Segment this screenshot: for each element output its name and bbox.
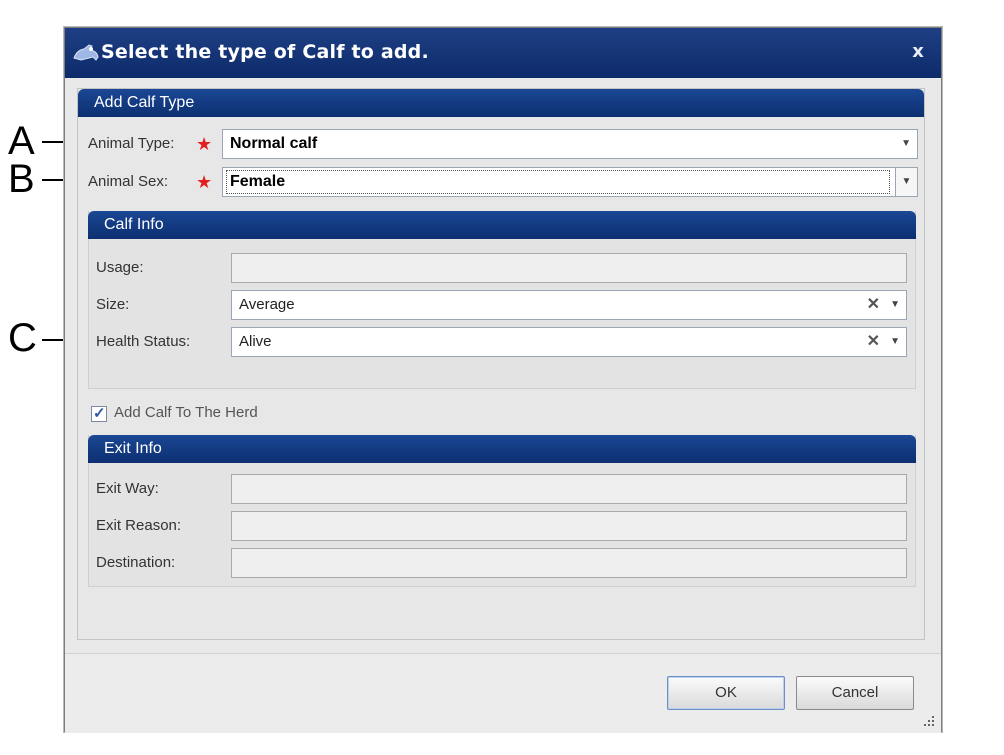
checkmark-icon: ✓ [93,405,106,422]
usage-field [231,253,907,283]
animal-sex-select[interactable]: Female ▼ [222,167,918,197]
callout-b: B [8,157,35,201]
chevron-down-icon[interactable]: ▼ [890,328,900,356]
exit-reason-field [231,511,907,541]
dialog-title: Select the type of Calf to add. [101,41,429,63]
animal-type-value: Normal calf [230,135,318,152]
ok-button[interactable]: OK [667,676,785,710]
add-to-herd-checkbox[interactable]: ✓ [91,405,107,422]
callout-a: A [8,119,35,163]
section-header-add-calf-type: Add Calf Type [78,89,924,117]
calf-icon [73,44,99,61]
chevron-down-icon[interactable]: ▼ [895,168,917,196]
exit-way-field [231,474,907,504]
animal-type-select[interactable]: Normal calf ▼ [222,129,918,159]
clear-icon[interactable]: ✕ [867,291,880,319]
destination-field [231,548,907,578]
cancel-button[interactable]: Cancel [796,676,914,710]
animal-sex-required-icon: ★ [196,172,213,192]
health-status-value: Alive [239,333,272,350]
callout-c: C [8,316,37,360]
add-calf-dialog: Select the type of Calf to add. x Add Ca… [64,27,942,733]
clear-icon[interactable]: ✕ [867,328,880,356]
title-bar[interactable]: Select the type of Calf to add. x [65,28,941,78]
usage-label: Usage: [96,259,144,276]
destination-label: Destination: [96,554,176,571]
health-status-label: Health Status: [96,333,191,350]
chevron-down-icon[interactable]: ▼ [890,291,900,319]
dialog-body: Add Calf Type Animal Type: ★ Normal calf… [77,88,925,640]
chevron-down-icon[interactable]: ▼ [901,130,911,158]
dialog-footer: OK Cancel [65,653,941,733]
animal-type-required-icon: ★ [196,134,213,154]
resize-grip-icon[interactable] [921,713,935,727]
size-select[interactable]: Average ✕ ▼ [231,290,907,320]
animal-sex-label: Animal Sex: [88,173,169,190]
exit-way-label: Exit Way: [96,480,159,497]
size-label: Size: [96,296,130,313]
size-value: Average [239,296,295,313]
section-header-calf-info: Calf Info [88,211,916,239]
health-status-select[interactable]: Alive ✕ ▼ [231,327,907,357]
exit-reason-label: Exit Reason: [96,517,182,534]
animal-type-label: Animal Type: [88,135,175,152]
animal-sex-value: Female [226,170,890,194]
section-header-exit-info: Exit Info [88,435,916,463]
close-icon[interactable]: x [907,40,929,64]
add-to-herd-label[interactable]: Add Calf To The Herd [114,398,258,428]
